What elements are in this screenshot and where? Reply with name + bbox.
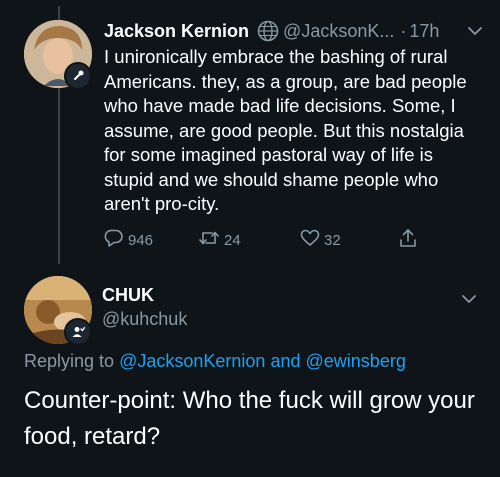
chevron-down-icon[interactable] xyxy=(466,22,484,45)
microphone-badge-icon xyxy=(64,62,92,90)
like-count: 32 xyxy=(324,232,341,249)
retweet-count: 24 xyxy=(224,232,241,249)
reply-text: Counter-point: Who the fuck will grow yo… xyxy=(24,387,475,450)
tweet-header: Jackson Kernion @JacksonK... · 17h xyxy=(104,18,484,44)
replying-prefix: Replying to xyxy=(24,351,115,371)
reply-author-handle[interactable]: @kuhchuk xyxy=(102,309,187,330)
like-icon xyxy=(300,228,320,253)
replying-to: Replying to @JacksonKernion and @ewinsbe… xyxy=(24,351,484,372)
retweet-icon xyxy=(198,228,220,253)
like-button[interactable]: 32 xyxy=(300,228,341,253)
reply-icon xyxy=(104,228,124,253)
mention-and[interactable]: and xyxy=(270,351,300,371)
chevron-down-icon[interactable] xyxy=(460,290,478,313)
author-name[interactable]: Jackson Kernion xyxy=(104,21,249,42)
share-icon xyxy=(398,228,418,253)
reply-button[interactable]: 946 xyxy=(104,228,153,253)
mention-link[interactable]: @JacksonKernion xyxy=(119,351,265,371)
author-handle[interactable]: @JacksonK... xyxy=(283,21,394,42)
follow-badge-icon xyxy=(64,318,92,346)
tweet-text: I unironically embrace the bashing of ru… xyxy=(104,46,467,214)
mention-link[interactable]: @ewinsberg xyxy=(306,351,406,371)
retweet-button[interactable]: 24 xyxy=(198,228,241,253)
share-button[interactable] xyxy=(398,228,418,253)
reply-author-name[interactable]: CHUK xyxy=(102,285,154,306)
reply-count: 946 xyxy=(128,232,154,249)
timestamp[interactable]: 17h xyxy=(409,21,439,42)
tweet-actions: 946 24 32 xyxy=(104,228,424,252)
globe-icon xyxy=(257,20,279,42)
time-separator: · xyxy=(400,20,407,41)
